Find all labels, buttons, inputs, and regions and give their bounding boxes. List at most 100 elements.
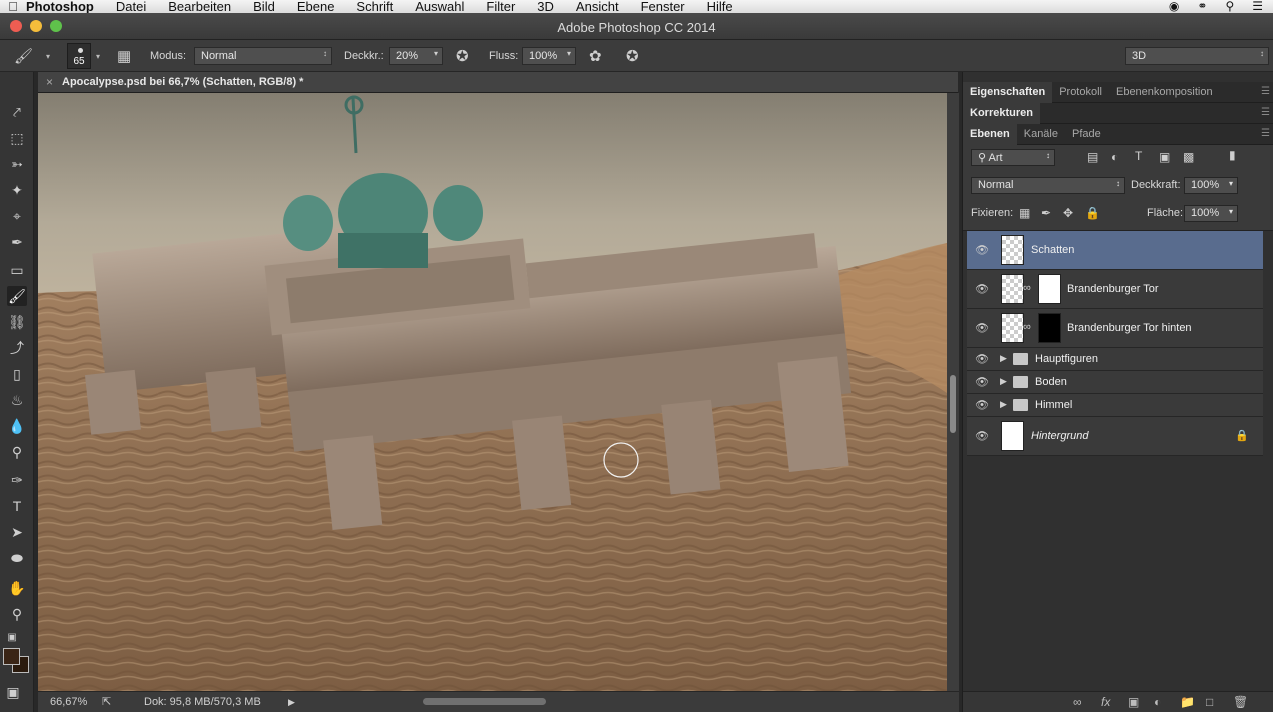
- quick-mask-icon[interactable]: ▣: [3, 682, 23, 702]
- adjustment-layer-icon[interactable]: ◐: [1154, 695, 1161, 709]
- brush-panel-toggle-icon[interactable]: ▦: [117, 47, 131, 65]
- workspace-select[interactable]: 3D ↕: [1125, 47, 1269, 65]
- document-tab[interactable]: × Apocalypse.psd bei 66,7% (Schatten, RG…: [38, 72, 958, 93]
- layer-mask-thumbnail[interactable]: [1038, 274, 1061, 304]
- status-circle-icon[interactable]: ◉: [1169, 0, 1179, 13]
- brush-size-dropdown-icon[interactable]: ▾: [96, 52, 100, 61]
- expand-group-arrow-icon[interactable]: ▶: [1000, 353, 1007, 364]
- share-icon[interactable]: ⇱: [102, 695, 111, 708]
- blur-tool-icon[interactable]: 💧: [7, 416, 27, 436]
- layer-row-hintergrund[interactable]: 👁 Hintergrund 🔒: [967, 417, 1263, 456]
- menu-3d[interactable]: 3D: [537, 0, 554, 13]
- brush-tool-icon[interactable]: 🖌: [7, 286, 27, 306]
- visibility-eye-icon[interactable]: 👁: [975, 399, 989, 412]
- apple-menu-icon[interactable]: : [0, 0, 26, 13]
- modus-select[interactable]: Normal ↕: [194, 47, 332, 65]
- visibility-eye-icon[interactable]: 👁: [975, 353, 989, 366]
- lock-all-icon[interactable]: 🔒: [1085, 206, 1100, 220]
- magic-wand-icon[interactable]: ✦: [7, 180, 27, 200]
- tab-pfade[interactable]: Pfade: [1065, 124, 1108, 145]
- blend-mode-select[interactable]: Normal ↕: [971, 177, 1125, 194]
- menu-datei[interactable]: Datei: [116, 0, 146, 13]
- marquee-tool-icon[interactable]: ⬚: [7, 128, 27, 148]
- expand-group-arrow-icon[interactable]: ▶: [1000, 399, 1007, 410]
- lock-position-icon[interactable]: ✥: [1063, 206, 1073, 220]
- healing-brush-icon[interactable]: ▭: [7, 260, 27, 280]
- lasso-tool-icon[interactable]: ➳: [7, 154, 27, 174]
- path-selection-icon[interactable]: ➤: [7, 522, 27, 542]
- mask-link-icon[interactable]: ∞: [1023, 321, 1031, 333]
- mask-link-icon[interactable]: ∞: [1023, 282, 1031, 294]
- tab-protokoll[interactable]: Protokoll: [1052, 82, 1109, 103]
- menu-hilfe[interactable]: Hilfe: [707, 0, 733, 13]
- vertical-scrollbar[interactable]: [947, 93, 959, 691]
- zoom-level[interactable]: 66,67%: [50, 696, 87, 708]
- notification-list-icon[interactable]: ☰: [1252, 0, 1263, 13]
- layer-row-boden[interactable]: 👁 ▶ Boden: [967, 371, 1263, 394]
- menu-bearbeiten[interactable]: Bearbeiten: [168, 0, 231, 13]
- panel-menu-icon[interactable]: ☰: [1261, 128, 1270, 139]
- layer-filter-kind-select[interactable]: ⚲ Art ↕: [971, 149, 1055, 166]
- foreground-color-swatch[interactable]: [3, 648, 20, 665]
- menu-fenster[interactable]: Fenster: [641, 0, 685, 13]
- fill-input[interactable]: 100% ▾: [1184, 205, 1238, 222]
- history-brush-icon[interactable]: ⤴: [7, 338, 27, 358]
- tab-ebenenkomposition[interactable]: Ebenenkomposition: [1109, 82, 1220, 103]
- visibility-eye-icon[interactable]: 👁: [975, 430, 989, 443]
- zoom-tool-icon[interactable]: ⚲: [7, 604, 27, 624]
- link-layers-icon[interactable]: ∞: [1073, 695, 1082, 709]
- menu-ebene[interactable]: Ebene: [297, 0, 335, 13]
- filter-smartobject-icon[interactable]: ▩: [1183, 150, 1194, 164]
- layer-row-himmel[interactable]: 👁 ▶ Himmel: [967, 394, 1263, 417]
- eyedropper-icon[interactable]: ✒: [7, 232, 27, 252]
- eraser-icon[interactable]: ▯: [7, 364, 27, 384]
- airbrush-icon[interactable]: ✿: [589, 47, 602, 65]
- add-mask-icon[interactable]: ▣: [1128, 695, 1139, 709]
- layer-style-fx-icon[interactable]: fx: [1101, 695, 1110, 709]
- menu-filter[interactable]: Filter: [486, 0, 515, 13]
- visibility-eye-icon[interactable]: 👁: [975, 322, 989, 335]
- brush-tool-preset-icon[interactable]: 🖌: [14, 47, 33, 65]
- menu-ansicht[interactable]: Ansicht: [576, 0, 619, 13]
- creative-cloud-icon[interactable]: ⚭: [1197, 0, 1207, 13]
- crop-tool-icon[interactable]: ⌖: [7, 206, 27, 226]
- brush-size-picker[interactable]: 65: [67, 43, 91, 69]
- status-menu-arrow-icon[interactable]: ▶: [288, 697, 295, 708]
- tab-kanaele[interactable]: Kanäle: [1017, 124, 1065, 145]
- close-document-icon[interactable]: ×: [46, 75, 53, 89]
- opacity-input[interactable]: 100% ▾: [1184, 177, 1238, 194]
- type-tool-icon[interactable]: T: [7, 496, 27, 516]
- default-colors-icon[interactable]: ▣: [2, 628, 22, 648]
- preset-dropdown-icon[interactable]: ▾: [46, 52, 50, 61]
- deckkraft-input[interactable]: 20% ▾: [389, 47, 443, 65]
- menu-auswahl[interactable]: Auswahl: [415, 0, 464, 13]
- paint-bucket-icon[interactable]: ♨: [7, 390, 27, 410]
- new-group-icon[interactable]: 📁: [1180, 695, 1195, 709]
- layer-row-schatten[interactable]: 👁 Schatten: [967, 231, 1263, 270]
- menu-bild[interactable]: Bild: [253, 0, 275, 13]
- dodge-tool-icon[interactable]: ⚲: [7, 442, 27, 462]
- document-canvas[interactable]: [38, 93, 947, 691]
- tab-ebenen[interactable]: Ebenen: [963, 123, 1017, 145]
- fluss-input[interactable]: 100% ▾: [522, 47, 576, 65]
- tab-korrekturen[interactable]: Korrekturen: [963, 102, 1040, 124]
- ellipse-shape-icon[interactable]: ⬬: [7, 548, 27, 568]
- panel-menu-icon[interactable]: ☰: [1261, 107, 1270, 118]
- visibility-eye-icon[interactable]: 👁: [975, 376, 989, 389]
- menu-app-photoshop[interactable]: Photoshop: [26, 0, 94, 13]
- new-layer-icon[interactable]: □: [1206, 695, 1213, 709]
- lock-transparent-icon[interactable]: ▦: [1019, 206, 1030, 220]
- airbrush-pressure-icon[interactable]: ✪: [456, 47, 469, 65]
- tab-eigenschaften[interactable]: Eigenschaften: [963, 81, 1053, 103]
- vertical-scroll-thumb[interactable]: [950, 375, 956, 433]
- filter-toggle-icon[interactable]: ▮: [1229, 148, 1236, 162]
- filter-pixel-icon[interactable]: ▤: [1087, 150, 1098, 164]
- menu-schrift[interactable]: Schrift: [356, 0, 393, 13]
- pen-tool-icon[interactable]: ✑: [7, 470, 27, 490]
- filter-type-icon[interactable]: T: [1135, 149, 1142, 163]
- filter-shape-icon[interactable]: ▣: [1159, 150, 1170, 164]
- clone-stamp-icon[interactable]: ⛓: [7, 312, 27, 332]
- pressure-size-icon[interactable]: ✪: [626, 47, 639, 65]
- panel-menu-icon[interactable]: ☰: [1261, 86, 1270, 97]
- expand-group-arrow-icon[interactable]: ▶: [1000, 376, 1007, 387]
